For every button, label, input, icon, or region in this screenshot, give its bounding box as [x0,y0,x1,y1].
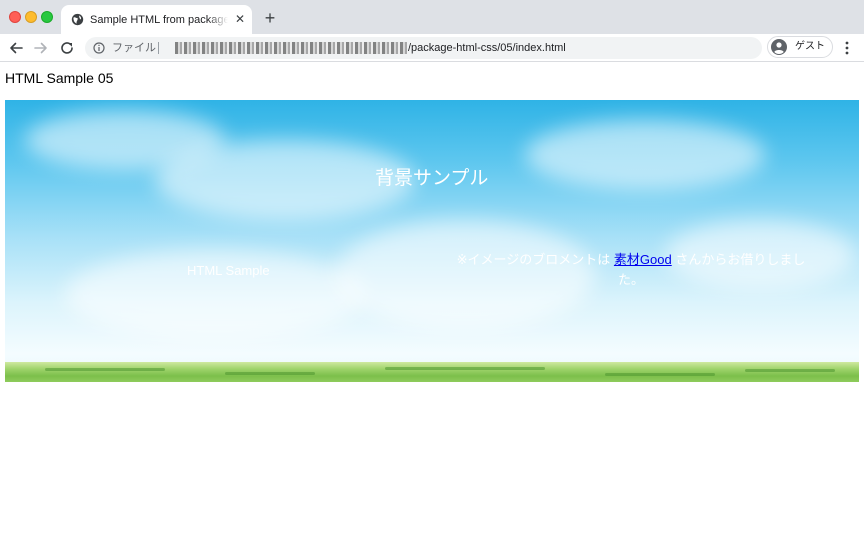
url-redacted-segment [175,42,407,54]
hero-subtitle: HTML Sample [187,263,270,278]
reload-button[interactable] [58,39,76,57]
page-heading: HTML Sample 05 [5,70,114,86]
tab-title: Sample HTML from package-html-css [90,14,228,26]
maximize-window-button[interactable] [41,11,53,23]
address-divider [158,42,159,54]
browser-toolbar: ファイル /package-html-css/05/index.html ゲスト [0,34,864,62]
hero-title: 背景サンプル [375,168,489,189]
back-button[interactable] [7,39,25,57]
grass-streak [605,373,715,376]
grass-streak [745,369,835,372]
new-tab-button[interactable]: + [261,9,279,27]
credit-link[interactable]: 素材Good [614,252,672,267]
profile-label: ゲスト [795,41,825,52]
browser-menu-button[interactable] [840,39,854,57]
url-scheme-label: ファイル [112,42,156,54]
kebab-menu-icon [845,41,849,55]
browser-tab[interactable]: Sample HTML from package-html-css ✕ [61,5,252,34]
address-bar[interactable]: ファイル /package-html-css/05/index.html [85,37,762,59]
arrow-left-icon [10,42,23,54]
credit-prefix: ※イメージのブロメントは [456,252,611,267]
grass-streak [225,372,315,375]
grass-strip [5,362,859,382]
forward-button[interactable] [32,39,50,57]
hero-banner: 背景サンプル HTML Sample ※イメージのブロメントは 素材Good さ… [5,100,859,382]
grass-streak [45,368,165,371]
globe-icon [71,13,84,26]
url-path: /package-html-css/05/index.html [408,42,566,54]
arrow-right-icon [34,42,47,54]
cloud-decoration [525,120,765,190]
reload-icon [61,42,73,54]
minimize-window-button[interactable] [25,11,37,23]
image-credit: ※イメージのブロメントは 素材Good さんからお借りしました。 [455,250,807,290]
grass-streak [385,367,545,370]
avatar-icon [771,39,787,55]
tab-strip: Sample HTML from package-html-css ✕ + [0,0,864,34]
profile-button[interactable]: ゲスト [767,36,833,58]
info-icon[interactable] [93,42,105,54]
close-window-button[interactable] [9,11,21,23]
tab-close-button[interactable]: ✕ [233,12,247,26]
